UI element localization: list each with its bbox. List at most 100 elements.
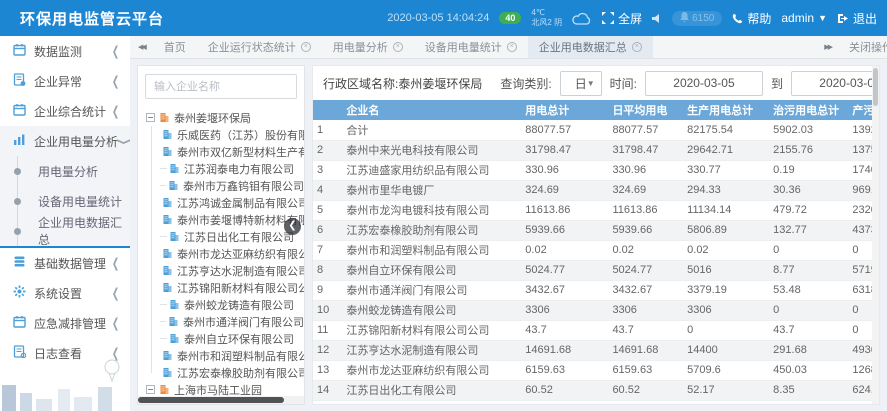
query-type-select[interactable]: 日 ▼ [560, 71, 602, 96]
sidebar-item-system-settings[interactable]: 系统设置❮ [0, 278, 130, 308]
tab-close-icon[interactable]: × [301, 42, 311, 52]
tab-close-icon[interactable]: × [393, 42, 403, 52]
tree-node-company[interactable]: 乐威医药（江苏）股份有限公司 [160, 126, 304, 143]
sidebar-item-power-analysis[interactable]: 企业用电量分析❮ [0, 126, 130, 156]
tree-company-label: 乐威医药（江苏）股份有限公司 [177, 127, 305, 143]
tab-4[interactable]: 企业用电数据汇总× [528, 36, 653, 58]
tree-node-company[interactable]: 泰州市双亿新型材料生产有限公司 [160, 143, 304, 160]
tree-node-company[interactable]: 泰州市姜堰博特新材料有限公司 [160, 211, 304, 228]
tree-node-company[interactable]: 江苏亨达水泥制造有限公司 [160, 262, 304, 279]
tree-node-company[interactable]: 泰州市通洋阀门有限公司 [160, 313, 304, 330]
table-row[interactable]: 2泰州中来光电科技有限公司31798.4731798.4729642.71215… [313, 140, 880, 160]
company-name-cell: 泰州市里华电镀厂 [342, 180, 521, 200]
tree-node-company[interactable]: 泰州市和润塑料制品有限公司 [160, 347, 304, 364]
query-toolbar: 行政区域名称:泰州姜堰环保局 查询类别: 日 ▼ 时间: 到 导出 [313, 66, 879, 100]
table-row[interactable]: 12江苏亨达水泥制造有限公司14691.6814691.6814400291.6… [313, 340, 880, 360]
sidebar-subitem-device-power-stats[interactable]: 设备用电量统计 [0, 186, 130, 216]
table-row[interactable]: 15泰州市姜堰博特新材料有限公司820.84820.84778.4342.424… [313, 400, 880, 405]
sidebar-item-enterprise-stats[interactable]: 企业综合统计❮ [0, 96, 130, 126]
sidebar-item-data-monitor[interactable]: 数据监测❮ [0, 36, 130, 66]
building-icon [169, 231, 180, 242]
tree-node-root[interactable]: 泰州姜堰环保局 [146, 109, 304, 126]
tab-close-icon[interactable]: × [507, 42, 517, 52]
chevron-left-icon: ❮ [112, 285, 119, 301]
table-row[interactable]: 10泰州蛟龙铸造有限公司33063306330600 [313, 300, 880, 320]
tree-node-company[interactable]: 泰州蛟龙铸造有限公司 [160, 296, 304, 313]
fullscreen-button[interactable]: 全屏 [602, 10, 642, 27]
tree-expander-icon[interactable] [146, 113, 155, 122]
tab-label: 用电量分析 [333, 39, 388, 55]
value-cell: 43.7 [521, 320, 608, 340]
tab-close-icon[interactable]: × [632, 42, 642, 52]
table-row[interactable]: 14江苏日出化工有限公司60.5260.5252.178.35624.79 [313, 380, 880, 400]
tree-node-company[interactable]: 泰州市万鑫钨钼有限公司 [160, 177, 304, 194]
company-name-cell: 江苏锦阳新材料有限公司公司 [342, 320, 521, 340]
sidebar-item-emergency-reduction[interactable]: 应急减排管理❮ [0, 308, 130, 338]
tree-node-company[interactable]: 江苏鸿诚金属制品有限公司 [160, 194, 304, 211]
tree-node-company[interactable]: 江苏润泰电力有限公司 [160, 160, 304, 177]
sidebar-calendar-icon [13, 315, 26, 331]
tab-3[interactable]: 设备用电量统计 × [414, 36, 528, 58]
tab-label: 设备用电量统计 [425, 39, 502, 55]
sidebar: 数据监测❮企业异常❮企业综合统计❮企业用电量分析❮用电量分析设备用电量统计企业用… [0, 36, 130, 411]
tab-2[interactable]: 用电量分析 × [322, 36, 414, 58]
logout-button[interactable]: 退出 [837, 10, 877, 27]
table-row[interactable]: 1合计88077.5788077.5782175.545902.031392.3… [313, 120, 880, 140]
table-row[interactable]: 11江苏锦阳新材料有限公司公司43.743.7043.70 [313, 320, 880, 340]
speaker-muted-icon[interactable] [652, 13, 662, 24]
chevron-left-icon: ❮ [112, 73, 119, 89]
sidebar-subitem-power-usage-analysis[interactable]: 用电量分析 [0, 156, 130, 186]
tabs-scroll-right-icon[interactable]: ▶▶ [816, 43, 839, 51]
phone-icon [732, 13, 743, 24]
value-cell: 0.02 [608, 240, 683, 260]
row-index-cell: 5 [313, 200, 342, 220]
help-button[interactable]: 帮助 [732, 10, 771, 27]
chevron-left-icon: ❮ [112, 255, 119, 271]
tree-node-company[interactable]: 泰州自立环保有限公司 [160, 330, 304, 347]
top-header: 环保用电监管云平台 2020-03-05 14:04:24 40 4℃ 北风2 … [0, 0, 887, 36]
sidebar-chart-icon [13, 133, 26, 149]
tree-node-company[interactable]: 江苏锦阳新材料有限公司公司 [160, 279, 304, 296]
tabs-scroll-left-icon[interactable]: ◀◀ [130, 43, 153, 51]
value-cell: 5806.89 [683, 220, 769, 240]
value-cell: 3306 [608, 300, 683, 320]
sidebar-subitem-label: 设备用电量统计 [38, 193, 122, 210]
sidebar-item-base-data[interactable]: 基础数据管理❮ [0, 248, 130, 278]
row-index-cell: 14 [313, 380, 342, 400]
main-vertical-scrollbar[interactable] [872, 66, 879, 404]
table-row[interactable]: 7泰州市和润塑料制品有限公司0.020.020.0200 [313, 240, 880, 260]
value-cell: 43.7 [608, 320, 683, 340]
tree-horizontal-scrollbar[interactable] [138, 396, 304, 404]
user-menu[interactable]: admin ▼ [781, 11, 827, 25]
date-to-input[interactable] [791, 71, 880, 96]
table-row[interactable]: 13泰州市龙达亚麻纺织有限公司6159.636159.635709.6450.0… [313, 360, 880, 380]
tree-company-label: 江苏日出化工有限公司 [184, 229, 294, 245]
tree-company-label: 江苏润泰电力有限公司 [184, 161, 294, 177]
table-row[interactable]: 8泰州自立环保有限公司5024.775024.7750168.7757194.9… [313, 260, 880, 280]
sidebar-item-enterprise-abnormal[interactable]: 企业异常❮ [0, 66, 130, 96]
table-row[interactable]: 9泰州市通洋阀门有限公司3432.673432.673379.1953.4863… [313, 280, 880, 300]
tree-node-company[interactable]: 江苏日出化工有限公司 [160, 228, 304, 245]
tab-0[interactable]: 首页 [153, 36, 197, 58]
tree-expander-icon[interactable] [146, 385, 155, 394]
table-row[interactable]: 6江苏宏泰橡胶助剂有限公司5939.665939.665806.89132.77… [313, 220, 880, 240]
sidebar-submenu: 用电量分析设备用电量统计企业用电数据汇总 [0, 156, 130, 246]
tree-collapse-button[interactable]: ❮ [284, 218, 301, 235]
value-cell: 0 [683, 320, 769, 340]
aqi-badge: 40 [499, 12, 521, 24]
row-index-cell: 7 [313, 240, 342, 260]
value-cell: 5709.6 [683, 360, 769, 380]
table-row[interactable]: 3江苏迪盛家用纺织品有限公司330.96330.96330.770.191740… [313, 160, 880, 180]
sidebar-subitem-enterprise-power-summary[interactable]: 企业用电数据汇总 [0, 216, 130, 246]
value-cell: 330.77 [683, 160, 769, 180]
notification-badge[interactable]: 6150 [672, 11, 722, 26]
table-row[interactable]: 5泰州市龙沟电镀科技有限公司11613.8611613.8611134.1447… [313, 200, 880, 220]
table-row[interactable]: 4泰州市里华电镀厂324.69324.69294.3330.36969.47 [313, 180, 880, 200]
value-cell: 14400 [683, 340, 769, 360]
tree-node-company[interactable]: 泰州市龙达亚麻纺织有限公司 [160, 245, 304, 262]
close-operations-menu[interactable]: 关闭操作 [839, 39, 887, 55]
tab-1[interactable]: 企业运行状态统计× [197, 36, 322, 58]
company-search-input[interactable] [145, 74, 297, 99]
date-from-input[interactable] [645, 71, 763, 96]
tree-node-company[interactable]: 江苏宏泰橡胶助剂有限公司 [160, 364, 304, 381]
